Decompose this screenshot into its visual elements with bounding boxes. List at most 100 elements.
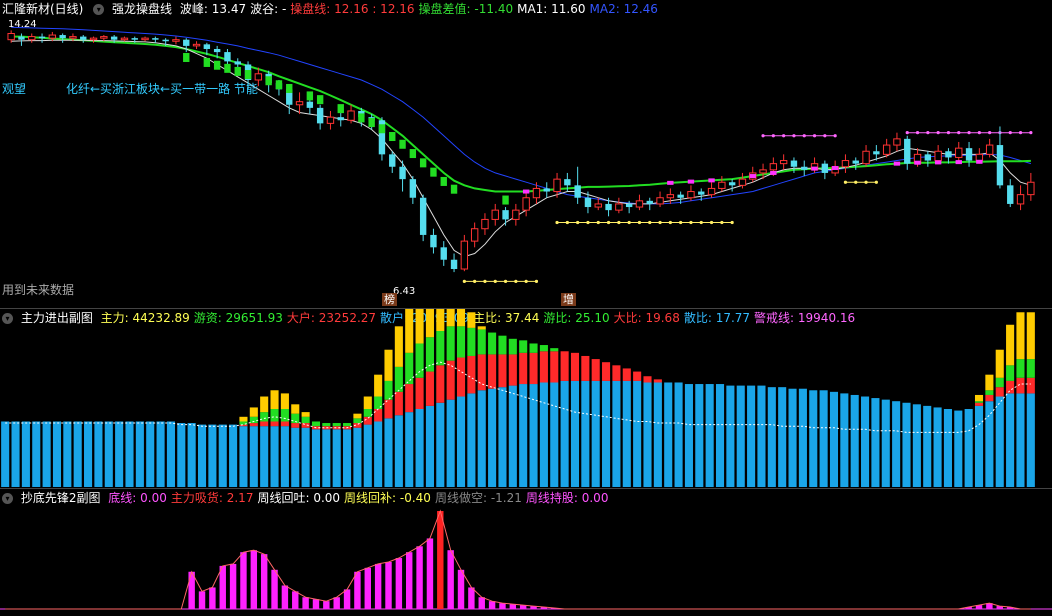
hot-money-bar (311, 421, 321, 427)
candle (625, 203, 633, 208)
big-holder-bar (622, 368, 631, 381)
op-signal-bar (337, 104, 344, 114)
op-signal-bar (831, 165, 839, 170)
retail-bar (519, 384, 528, 487)
main-force-bar (301, 412, 310, 417)
retail-bar (384, 418, 393, 487)
op-signal-bar (265, 76, 272, 86)
main-force-stacked-chart[interactable] (0, 309, 1052, 489)
hot-money-bar (477, 329, 486, 355)
candle (707, 187, 716, 196)
op-signal-bar (275, 80, 283, 90)
candlestick-chart[interactable] (0, 0, 1052, 308)
big-holder-bar (374, 409, 383, 422)
retail-bar (32, 421, 41, 487)
trail_lower-dot (555, 220, 559, 225)
trail_lower-dot (617, 220, 621, 225)
retail-bar (809, 390, 818, 487)
big-holder-bar (477, 354, 486, 391)
candle (635, 200, 644, 208)
main-force-bar (1006, 324, 1015, 366)
candle (646, 200, 653, 204)
main-force-bar (405, 309, 414, 353)
retail-bar (270, 426, 279, 487)
candle (893, 138, 901, 146)
candle (594, 203, 602, 208)
candle (100, 36, 108, 39)
big-holder-bar (405, 384, 414, 413)
main-force-bar (353, 413, 362, 419)
retail-bar (42, 421, 51, 487)
op-signal-bar (389, 132, 396, 142)
retail-bar (653, 382, 662, 487)
retail-bar (633, 380, 642, 487)
retail-bar (456, 396, 466, 487)
candle (59, 35, 66, 39)
retail-bar (322, 429, 331, 487)
bottom-signal-bar (406, 552, 413, 609)
trail_upper-dot (905, 131, 909, 135)
retail-bar (912, 404, 921, 487)
big-holder-bar (425, 371, 434, 406)
retail-bar (622, 380, 631, 487)
retail-bar (363, 424, 372, 487)
candle (491, 209, 499, 220)
retail-bar (146, 421, 155, 487)
candle (904, 138, 911, 164)
hot-money-bar (446, 326, 455, 361)
retail-bar (467, 393, 476, 487)
retail-bar (788, 388, 797, 487)
retail-bar (560, 380, 569, 487)
retail-bar (21, 421, 30, 487)
op-signal-bar (440, 176, 447, 186)
candle (965, 148, 973, 161)
op-signal-bar (893, 161, 901, 166)
hot-money-bar (498, 335, 507, 355)
retail-bar (747, 385, 756, 487)
hot-money-bar (301, 416, 310, 424)
main-force-bar (374, 374, 383, 397)
candle (738, 178, 747, 186)
big-holder-bar (508, 354, 517, 386)
trail_lower-dot (689, 220, 693, 225)
op-signal-bar (934, 160, 942, 165)
bottom-signal-bar (323, 601, 330, 609)
hot-money-bar (519, 340, 528, 353)
op-signal-bar (914, 160, 921, 165)
bottom-signal-bar (260, 554, 268, 609)
retail-bar (954, 410, 963, 487)
candle (553, 178, 561, 193)
trail_lower-dot (658, 220, 662, 225)
big-holder-bar (384, 399, 393, 419)
trail_upper-dot (926, 131, 930, 135)
hot-money-bar (985, 390, 994, 395)
bottom-signal-bar (478, 597, 485, 609)
hot-money-bar (425, 337, 434, 372)
candle (131, 38, 138, 40)
retail-bar (539, 382, 548, 487)
trail_upper-dot (977, 131, 981, 135)
retail-bar (798, 388, 807, 487)
op-signal-bar (306, 91, 314, 101)
trail_lower-dot (565, 220, 569, 225)
op-signal-bar (811, 166, 818, 171)
big-holder-bar (239, 424, 248, 427)
bottom-fishing-chart[interactable] (0, 489, 1052, 616)
retail-bar (156, 421, 165, 487)
big-holder-bar (591, 359, 600, 381)
trail_lower-dot (730, 220, 734, 225)
hot-money-bar (405, 352, 414, 385)
bottom-signal-bar (426, 538, 434, 609)
hot-money-bar (363, 409, 372, 417)
big-holder-bar (643, 376, 652, 383)
retail-bar (550, 382, 559, 487)
candle (295, 101, 304, 106)
main-force-bar (425, 309, 434, 338)
op-signal-bar (399, 139, 406, 149)
main-force-bar (239, 416, 248, 422)
trail_upper-dot (823, 134, 827, 138)
candle (996, 145, 1004, 186)
retail-bar (332, 429, 341, 487)
candle (213, 48, 221, 53)
trail_upper-dot (782, 134, 786, 138)
